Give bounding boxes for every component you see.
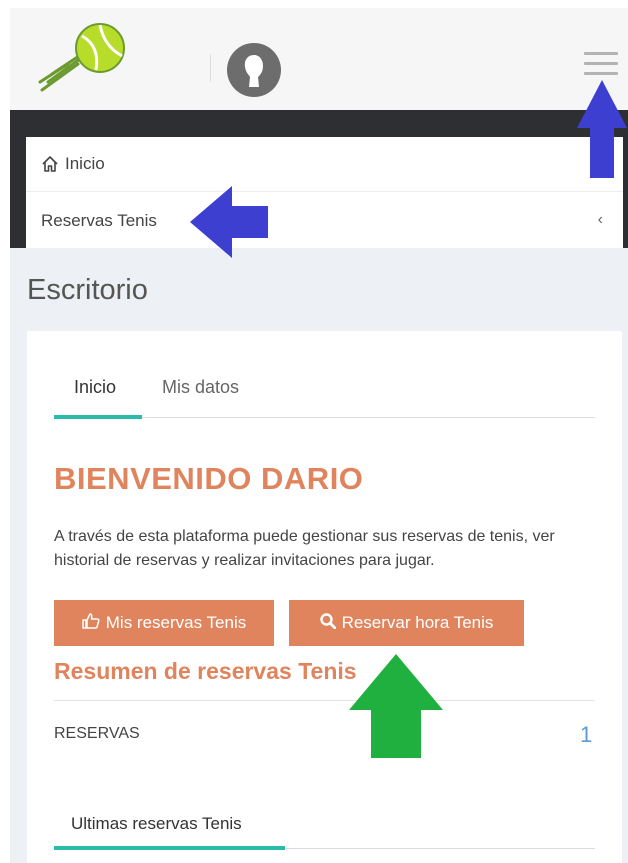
nav-item-inicio-label: Inicio [65, 154, 105, 173]
active-bottom-tab-indicator [54, 846, 285, 850]
search-icon [319, 612, 336, 634]
hamburger-menu-icon[interactable] [584, 52, 618, 82]
mis-reservas-button-label: Mis reservas Tenis [105, 613, 247, 632]
breadcrumb: Inicio Reservas Tenis ‹ [26, 137, 623, 248]
tab-bar: Inicio Mis datos [54, 365, 595, 419]
user-avatar-icon[interactable] [227, 43, 281, 97]
tab-inicio[interactable]: Inicio [74, 377, 116, 398]
blue-left-arrow-icon [190, 186, 268, 258]
bottom-tab-bar: Ultimas reservas Tenis [54, 800, 595, 850]
chevron-left-icon[interactable]: ‹ [598, 211, 603, 229]
tab-ultimas-reservas[interactable]: Ultimas reservas Tenis [71, 814, 242, 834]
page-title: Escritorio [27, 274, 148, 306]
nav-item-reservas-label: Reservas Tenis [41, 210, 157, 230]
tennis-ball-logo-icon[interactable] [38, 16, 132, 96]
reservas-label: RESERVAS [54, 725, 140, 742]
blue-up-arrow-icon [577, 80, 627, 178]
tab-mis-datos[interactable]: Mis datos [162, 377, 239, 398]
green-up-arrow-icon [349, 654, 443, 758]
mis-reservas-button[interactable]: Mis reservas Tenis [54, 600, 274, 646]
welcome-description: A través de esta plataforma puede gestio… [54, 528, 555, 569]
reservar-hora-button[interactable]: Reservar hora Tenis [289, 600, 524, 646]
header-divider [210, 54, 211, 82]
welcome-heading: BIENVENIDO DARIO [54, 461, 364, 496]
thumbs-up-icon [82, 612, 100, 634]
home-icon [42, 156, 58, 172]
summary-heading: Resumen de reservas Tenis [54, 658, 357, 684]
top-bar [10, 8, 628, 110]
nav-item-inicio[interactable]: Inicio [26, 137, 623, 192]
nav-item-reservas-tenis[interactable]: Reservas Tenis ‹ [26, 193, 623, 248]
reservar-hora-button-label: Reservar hora Tenis [341, 613, 494, 632]
summary-divider [54, 700, 595, 701]
reservas-count[interactable]: 1 [580, 722, 592, 748]
active-tab-indicator [54, 415, 142, 419]
